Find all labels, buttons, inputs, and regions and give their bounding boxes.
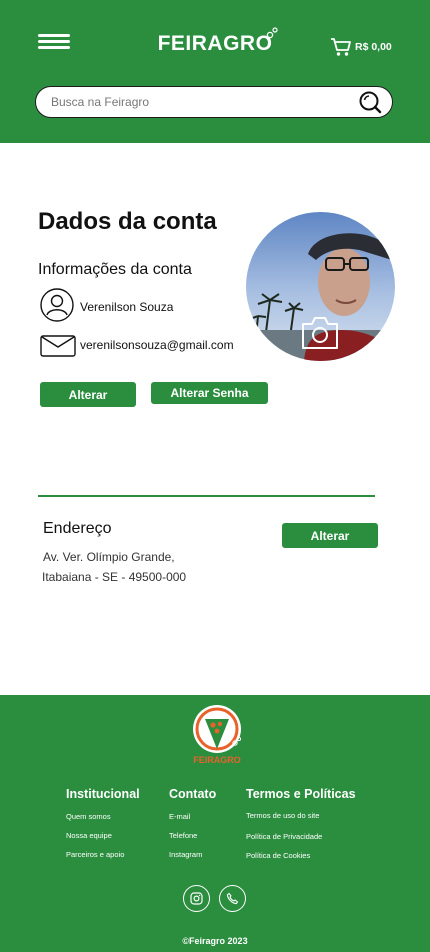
search-input[interactable] [51,94,346,110]
address-line-1: Av. Ver. Olímpio Grande, [43,550,175,564]
cart-icon[interactable] [330,37,352,57]
change-address-button[interactable]: Alterar [282,523,378,548]
copyright-text: ©Feiragro 2023 [182,936,248,946]
footer-link-nossa-equipe[interactable]: Nossa equipe [66,831,112,840]
mail-icon [40,335,76,357]
account-info-heading: Informações da conta [38,261,192,278]
camera-icon[interactable] [301,314,339,350]
footer-link-termos-uso[interactable]: Termos de uso do site [246,811,319,820]
change-password-button[interactable]: Alterar Senha [151,382,268,404]
header: FEIRAGRO R$ 0,00 [0,0,430,143]
footer-logo-text: FEIRAGRO [193,755,241,765]
logo-dots-icon [266,27,278,39]
address-line-2: Itabaiana - SE - 49500-000 [42,570,187,584]
footer-col-contato: Contato [169,787,217,801]
user-name: Verenilson Souza [80,300,174,314]
section-divider [38,495,375,497]
footer-link-quem-somos[interactable]: Quem somos [66,812,111,821]
user-icon [40,288,74,322]
instagram-icon [190,892,203,905]
footer-link-instagram[interactable]: Instagram [169,850,202,859]
instagram-button[interactable] [183,885,210,912]
phone-icon [226,892,239,905]
footer: FEIRAGRO Institucional Quem somos Nossa … [0,695,430,952]
footer-link-cookies[interactable]: Política de Cookies [246,851,310,860]
footer-col-institucional: Institucional [66,787,140,801]
user-email: verenilsonsouza@gmail.com [80,338,234,352]
cart-total: R$ 0,00 [355,41,392,53]
page-title: Dados da conta [38,208,217,235]
footer-col-termos: Termos e Políticas [246,787,356,801]
footer-link-parceiros[interactable]: Parceiros e apoio [66,850,124,859]
search-bar [35,86,393,118]
footer-logo[interactable]: FEIRAGRO [190,703,244,765]
phone-button[interactable] [219,885,246,912]
search-icon[interactable] [358,90,382,114]
footer-link-email[interactable]: E-mail [169,812,190,821]
footer-link-telefone[interactable]: Telefone [169,831,197,840]
footer-link-privacidade[interactable]: Política de Privacidade [246,832,322,841]
address-heading: Endereço [43,520,112,537]
change-account-button[interactable]: Alterar [40,382,136,407]
